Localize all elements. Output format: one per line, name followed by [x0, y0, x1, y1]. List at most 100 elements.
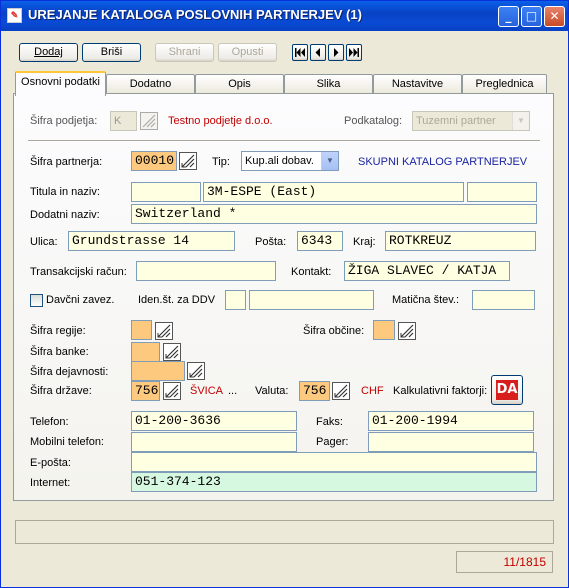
municipality-picker-button[interactable] — [398, 322, 416, 340]
phone-field[interactable]: 01-200-3636 — [131, 411, 297, 431]
tab-basic-data[interactable]: Osnovni podatki — [15, 71, 106, 96]
currency-name: CHF — [361, 385, 384, 397]
bank-label: Šifra banke: — [30, 346, 89, 358]
street-label: Ulica: — [30, 236, 58, 248]
tab-additional[interactable]: Dodatno — [106, 74, 195, 94]
account-label: Transakcijski račun: — [30, 266, 127, 278]
fax-field[interactable]: 01-200-1994 — [368, 411, 534, 431]
tab-description[interactable]: Opis — [195, 74, 284, 94]
prev-icon — [315, 48, 320, 57]
cancel-button[interactable]: Opusti — [218, 43, 277, 62]
next-icon — [334, 48, 339, 57]
lookup-icon — [157, 324, 171, 338]
last-record-button[interactable] — [346, 44, 362, 61]
window-title: UREJANJE KATALOGA POSLOVNIH PARTNERJEV (… — [28, 7, 362, 22]
internet-field[interactable]: 051-374-123 — [131, 472, 537, 492]
partner-code-label: Šifra partnerja: — [30, 156, 103, 168]
tab-settings[interactable]: Nastavitve — [373, 74, 462, 94]
name-extra-field[interactable] — [467, 182, 537, 202]
bank-picker-button[interactable] — [163, 343, 181, 361]
type-select[interactable]: Kup.ali dobav. ▼ — [241, 151, 339, 171]
country-picker-button[interactable] — [163, 382, 181, 400]
country-field[interactable]: 756 — [131, 381, 160, 401]
pager-label: Pager: — [316, 436, 349, 448]
bank-field[interactable] — [131, 342, 160, 362]
country-label: Šifra države: — [30, 385, 92, 397]
company-name: Testno podjetje d.o.o. — [168, 115, 273, 127]
basic-data-panel: Šifra podjetja: K Testno podjetje d.o.o.… — [13, 93, 554, 501]
lookup-icon — [181, 154, 195, 168]
save-button[interactable]: Shrani — [155, 43, 214, 62]
mobile-label: Mobilni telefon: — [30, 436, 104, 448]
country-more: ... — [228, 385, 238, 397]
maximize-button[interactable]: □ — [521, 6, 542, 27]
country-name: ŠVICA — [190, 385, 224, 397]
company-code-field[interactable]: K — [110, 111, 137, 131]
lookup-icon — [165, 345, 179, 359]
close-button[interactable]: ✕ — [544, 6, 565, 27]
region-picker-button[interactable] — [155, 322, 173, 340]
lookup-icon — [400, 324, 414, 338]
first-icon — [295, 48, 305, 57]
company-code-label: Šifra podjetja: — [30, 115, 98, 127]
last-icon — [349, 48, 359, 57]
chevron-down-icon: ▼ — [512, 112, 529, 130]
email-field[interactable] — [131, 452, 537, 472]
mobile-field[interactable] — [131, 432, 297, 452]
tab-image[interactable]: Slika — [284, 74, 373, 94]
subcatalog-select[interactable]: Tuzemni partner ▼ — [412, 111, 530, 131]
name-field[interactable]: 3M-ESPE (East) — [203, 182, 464, 202]
activity-picker-button[interactable] — [187, 362, 205, 380]
add-button[interactable]: Dodaj — [19, 43, 78, 62]
subcatalog-label: Podkatalog: — [344, 115, 403, 127]
registration-field[interactable] — [472, 290, 535, 310]
currency-picker-button[interactable] — [332, 382, 350, 400]
municipality-label: Šifra občine: — [303, 325, 365, 337]
account-field[interactable] — [136, 261, 276, 281]
subcatalog-value: Tuzemni partner — [416, 115, 496, 127]
vat-id-label: Iden.št. za DDV — [138, 294, 216, 306]
lookup-icon — [165, 384, 179, 398]
partner-picker-button[interactable] — [179, 152, 197, 170]
vat-id-field[interactable] — [249, 290, 374, 310]
lookup-icon — [332, 382, 350, 400]
municipality-field[interactable] — [373, 320, 395, 340]
currency-field[interactable]: 756 — [299, 381, 330, 401]
title-field[interactable] — [131, 182, 201, 202]
pager-field[interactable] — [368, 432, 534, 452]
additional-name-label: Dodatni naziv: — [30, 209, 100, 221]
minimize-button[interactable]: _ — [498, 6, 519, 27]
vat-label: Davčni zavez. — [46, 294, 115, 306]
calc-factors-label: Kalkulativni faktorji: — [393, 385, 488, 397]
app-icon[interactable]: ✎ — [7, 8, 22, 23]
street-field[interactable]: Grundstrasse 14 — [68, 231, 235, 251]
contact-field[interactable]: ŽIGA SLAVEC / KATJA — [344, 261, 510, 281]
post-field[interactable]: 6343 — [297, 231, 343, 251]
company-picker-button[interactable] — [140, 112, 158, 130]
additional-name-field[interactable]: Switzerland * — [131, 204, 537, 224]
vat-checkbox[interactable] — [30, 294, 43, 307]
tab-overview[interactable]: Preglednica — [462, 74, 547, 94]
partner-code-field[interactable]: 00010 — [131, 151, 177, 171]
next-record-button[interactable] — [328, 44, 344, 61]
first-record-button[interactable] — [292, 44, 308, 61]
delete-button[interactable]: Briši — [82, 43, 141, 62]
vat-prefix-field[interactable] — [225, 290, 246, 310]
record-counter: 11/1815 — [456, 551, 553, 573]
title-bar[interactable]: ✎ UREJANJE KATALOGA POSLOVNIH PARTNERJEV… — [1, 1, 568, 31]
city-field[interactable]: ROTKREUZ — [385, 231, 536, 251]
region-field[interactable] — [131, 320, 152, 340]
fax-label: Faks: — [316, 416, 343, 428]
city-label: Kraj: — [353, 236, 376, 248]
prev-record-button[interactable] — [310, 44, 326, 61]
activity-field[interactable] — [131, 361, 185, 381]
contact-label: Kontakt: — [291, 266, 332, 278]
catalog-title: SKUPNI KATALOG PARTNERJEV — [358, 156, 528, 168]
divider — [28, 140, 540, 142]
email-label: E-pošta: — [30, 457, 71, 469]
title-name-label: Titula in naziv: — [30, 186, 100, 198]
calc-factors-button[interactable]: DA — [491, 375, 523, 405]
phone-label: Telefon: — [30, 416, 69, 428]
activity-label: Šifra dejavnosti: — [30, 366, 109, 378]
internet-label: Internet: — [30, 477, 71, 489]
